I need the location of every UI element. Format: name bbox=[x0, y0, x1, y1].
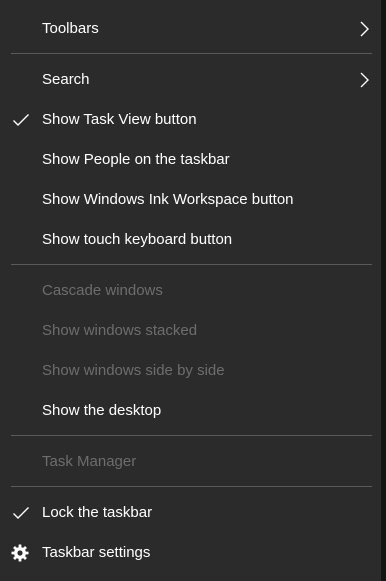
menu-item-taskbar-settings[interactable]: Taskbar settings bbox=[0, 533, 381, 573]
menu-item-show-ink-workspace[interactable]: Show Windows Ink Workspace button bbox=[0, 180, 381, 220]
menu-separator bbox=[11, 264, 372, 265]
menu-item-label: Show touch keyboard button bbox=[42, 231, 233, 248]
menu-separator bbox=[11, 53, 372, 54]
menu-item-show-desktop[interactable]: Show the desktop bbox=[0, 391, 381, 431]
menu-item-label: Search bbox=[42, 71, 90, 88]
menu-item-show-touch-keyboard[interactable]: Show touch keyboard button bbox=[0, 220, 381, 260]
menu-item-label: Show windows side by side bbox=[42, 362, 225, 379]
chevron-right-icon bbox=[360, 21, 369, 37]
menu-item-label: Lock the taskbar bbox=[42, 504, 153, 521]
menu-item-label: Show Task View button bbox=[42, 111, 197, 128]
menu-item-label: Show windows stacked bbox=[42, 322, 198, 339]
menu-item-cascade-windows: Cascade windows bbox=[0, 271, 381, 311]
menu-separator bbox=[11, 435, 372, 436]
checkmark-icon bbox=[13, 507, 29, 519]
menu-item-show-people[interactable]: Show People on the taskbar bbox=[0, 140, 381, 180]
taskbar-context-menu: Toolbars Search Show Task View button Sh… bbox=[0, 0, 381, 581]
menu-item-show-windows-side-by-side: Show windows side by side bbox=[0, 351, 381, 391]
menu-item-label: Cascade windows bbox=[42, 282, 163, 299]
menu-item-search[interactable]: Search bbox=[0, 60, 381, 100]
menu-item-toolbars[interactable]: Toolbars bbox=[0, 9, 381, 49]
menu-separator bbox=[11, 486, 372, 487]
menu-item-label: Task Manager bbox=[42, 453, 137, 470]
menu-item-label: Toolbars bbox=[42, 20, 99, 37]
menu-item-label: Show the desktop bbox=[42, 402, 162, 419]
menu-item-label: Show Windows Ink Workspace button bbox=[42, 191, 294, 208]
menu-item-show-windows-stacked: Show windows stacked bbox=[0, 311, 381, 351]
gear-icon bbox=[11, 544, 29, 562]
menu-item-label: Show People on the taskbar bbox=[42, 151, 230, 168]
menu-item-label: Taskbar settings bbox=[42, 544, 151, 561]
checkmark-icon bbox=[13, 114, 29, 126]
chevron-right-icon bbox=[360, 72, 369, 88]
background-edge bbox=[381, 0, 386, 581]
menu-item-task-manager: Task Manager bbox=[0, 442, 381, 482]
menu-item-show-task-view[interactable]: Show Task View button bbox=[0, 100, 381, 140]
menu-item-lock-taskbar[interactable]: Lock the taskbar bbox=[0, 493, 381, 533]
